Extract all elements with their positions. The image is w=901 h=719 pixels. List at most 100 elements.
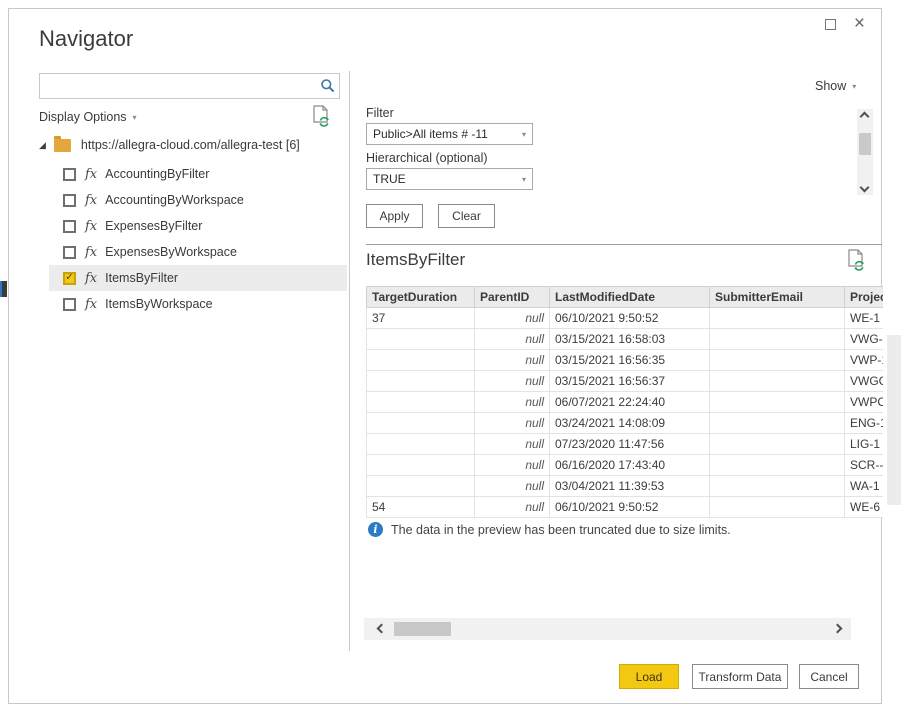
tree-item-list: fxAccountingByFilterfxAccountingByWorksp…: [49, 161, 347, 317]
horizontal-scrollbar[interactable]: [364, 618, 851, 640]
table-cell: [710, 476, 845, 497]
function-icon: fx: [85, 297, 97, 312]
vertical-scrollbar-thumb[interactable]: [859, 133, 871, 155]
hierarchical-select-value: TRUE: [373, 172, 406, 186]
window-controls: ×: [825, 17, 865, 31]
chevron-down-icon: ▾: [133, 113, 137, 122]
truncation-message: The data in the preview has been truncat…: [391, 523, 731, 537]
checkbox[interactable]: ✓: [63, 272, 76, 285]
tree-item[interactable]: fxAccountingByWorkspace: [49, 187, 347, 213]
table-cell: [367, 455, 475, 476]
table-cell: LIG-1: [845, 434, 884, 455]
table-cell: 07/23/2020 11:47:56: [550, 434, 710, 455]
table-cell: WE-6: [845, 497, 884, 518]
hierarchical-select[interactable]: TRUE ▾: [366, 168, 533, 190]
table-cell: 06/10/2021 9:50:52: [550, 497, 710, 518]
hierarchical-label: Hierarchical (optional): [366, 151, 488, 165]
column-header[interactable]: ParentID: [475, 287, 550, 308]
table-cell: [367, 329, 475, 350]
info-icon: i: [368, 522, 383, 537]
table-cell: [367, 392, 475, 413]
table-cell: null: [475, 497, 550, 518]
search-icon[interactable]: [317, 78, 339, 94]
table-row: null03/24/2021 14:08:09ENG-1: [367, 413, 884, 434]
scroll-left-icon[interactable]: [377, 624, 387, 634]
table-cell: null: [475, 308, 550, 329]
table-cell: 06/07/2021 22:24:40: [550, 392, 710, 413]
scroll-down-icon[interactable]: [860, 183, 870, 193]
table-cell: VWPC-1: [845, 392, 884, 413]
tree-item-label: AccountingByFilter: [105, 167, 209, 181]
apply-button[interactable]: Apply: [366, 204, 423, 228]
table-cell: [710, 455, 845, 476]
refresh-preview-icon[interactable]: [311, 105, 331, 127]
table-cell: 03/04/2021 11:39:53: [550, 476, 710, 497]
maximize-icon[interactable]: [825, 19, 836, 30]
checkbox[interactable]: [63, 246, 76, 259]
table-cell: 06/16/2020 17:43:40: [550, 455, 710, 476]
close-icon[interactable]: ×: [854, 17, 865, 31]
tree-item[interactable]: fxItemsByWorkspace: [49, 291, 347, 317]
navigator-dialog: × Navigator Display Options ▾ ◢ https://…: [8, 8, 882, 704]
folder-icon: [54, 139, 71, 152]
table-cell: 06/10/2021 9:50:52: [550, 308, 710, 329]
table-cell: 03/15/2021 16:58:03: [550, 329, 710, 350]
search-input[interactable]: [40, 74, 317, 98]
checkbox[interactable]: [63, 168, 76, 181]
table-row: null03/15/2021 16:56:37VWGC-1: [367, 371, 884, 392]
display-options-dropdown[interactable]: Display Options ▾: [39, 110, 137, 124]
vertical-scrollbar[interactable]: [857, 109, 873, 195]
table-row: null03/15/2021 16:56:35VWP-1: [367, 350, 884, 371]
tree-item[interactable]: fxAccountingByFilter: [49, 161, 347, 187]
load-button[interactable]: Load: [619, 664, 679, 689]
refresh-table-icon[interactable]: [846, 249, 866, 271]
horizontal-scrollbar-thumb[interactable]: [394, 622, 451, 636]
table-cell: [710, 371, 845, 392]
table-cell: WE-1: [845, 308, 884, 329]
clear-button[interactable]: Clear: [438, 204, 495, 228]
table-cell: 03/24/2021 14:08:09: [550, 413, 710, 434]
table-row: null03/15/2021 16:58:03VWG-1: [367, 329, 884, 350]
section-divider: [366, 244, 882, 245]
pane-divider: [349, 71, 350, 651]
table-cell: [710, 329, 845, 350]
scroll-right-icon[interactable]: [833, 624, 843, 634]
checkbox[interactable]: [63, 298, 76, 311]
column-header[interactable]: ProjectSpe: [845, 287, 884, 308]
column-header[interactable]: LastModifiedDate: [550, 287, 710, 308]
checkbox[interactable]: [63, 194, 76, 207]
tree-item[interactable]: ✓fxItemsByFilter: [49, 265, 347, 291]
table-cell: 03/15/2021 16:56:35: [550, 350, 710, 371]
preview-title: ItemsByFilter: [366, 250, 465, 270]
table-cell: [710, 308, 845, 329]
column-header[interactable]: TargetDuration: [367, 287, 475, 308]
search-box[interactable]: [39, 73, 340, 99]
scroll-up-icon[interactable]: [860, 112, 870, 122]
function-icon: fx: [85, 219, 97, 234]
checkbox[interactable]: [63, 220, 76, 233]
table-cell: [710, 392, 845, 413]
table-cell: ENG-1: [845, 413, 884, 434]
truncation-notice: i The data in the preview has been trunc…: [368, 522, 731, 537]
tree-item-label: ExpensesByWorkspace: [105, 245, 237, 259]
table-header-row: TargetDurationParentIDLastModifiedDateSu…: [367, 287, 884, 308]
show-dropdown[interactable]: Show ▾: [815, 79, 856, 93]
table-cell: null: [475, 434, 550, 455]
filter-select[interactable]: Public>All items # -11 ▾: [366, 123, 533, 145]
function-icon: fx: [85, 193, 97, 208]
chevron-down-icon: ▾: [522, 175, 526, 184]
table-row: 54null06/10/2021 9:50:52WE-6: [367, 497, 884, 518]
table-cell: [710, 497, 845, 518]
transform-data-button[interactable]: Transform Data: [692, 664, 788, 689]
cancel-button[interactable]: Cancel: [799, 664, 859, 689]
preview-table-container: TargetDurationParentIDLastModifiedDateSu…: [366, 286, 883, 518]
column-header[interactable]: SubmitterEmail: [710, 287, 845, 308]
table-cell: VWGC-1: [845, 371, 884, 392]
tree-root-node[interactable]: ◢ https://allegra-cloud.com/allegra-test…: [39, 138, 300, 152]
table-cell: WA-1: [845, 476, 884, 497]
expand-collapse-icon[interactable]: ◢: [39, 141, 46, 150]
tree-item[interactable]: fxExpensesByFilter: [49, 213, 347, 239]
tree-item[interactable]: fxExpensesByWorkspace: [49, 239, 347, 265]
background-window-artifact: [0, 281, 7, 297]
table-cell: VWG-1: [845, 329, 884, 350]
